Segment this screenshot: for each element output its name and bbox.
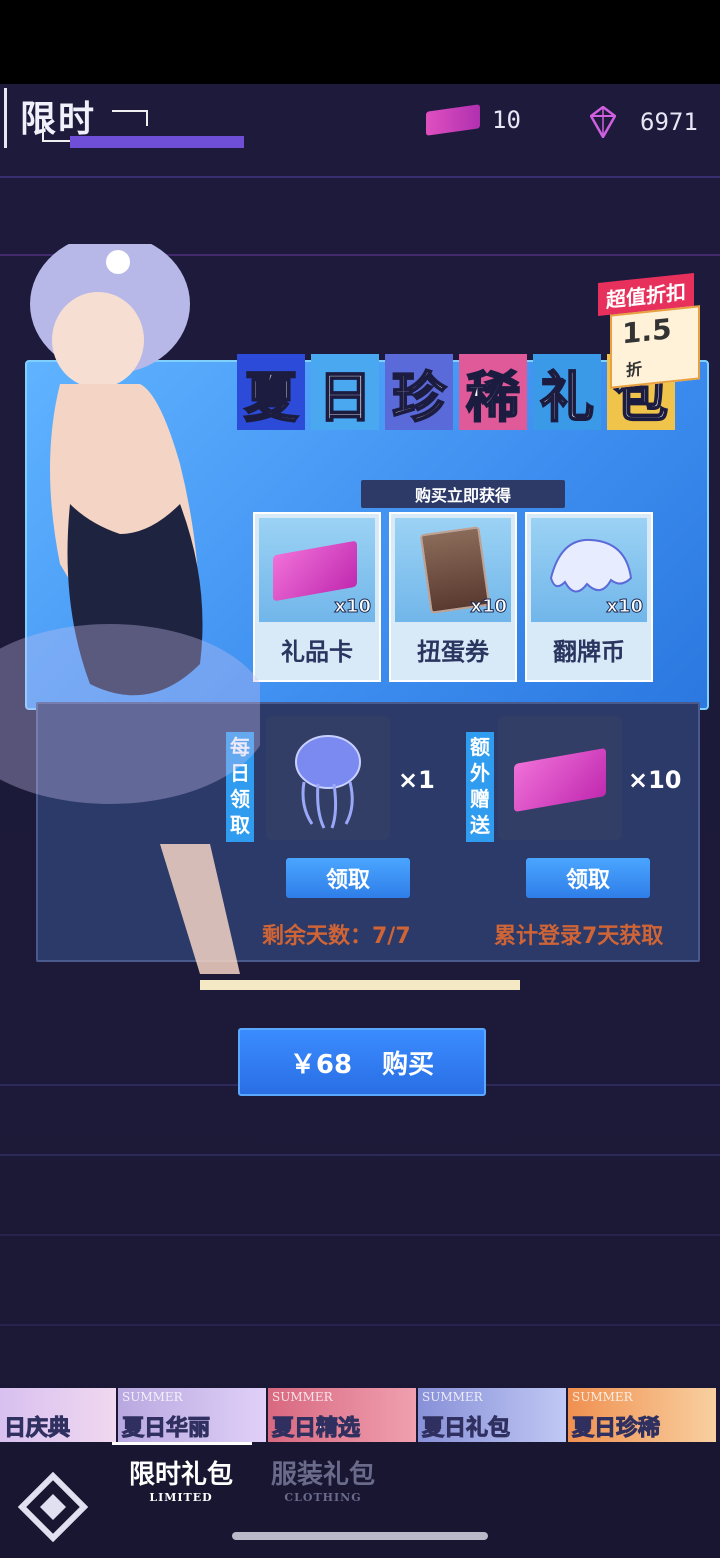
banner-en-label: SUMMER: [272, 1390, 333, 1404]
banner-summer-gorgeous[interactable]: SUMMER 夏日华丽: [118, 1388, 266, 1442]
bonus-reward-quantity: ×10: [628, 766, 682, 794]
back-logo-icon[interactable]: [18, 1472, 88, 1542]
character-illustration: [0, 244, 260, 974]
discount-badge: 超值折扣 1.5折: [588, 272, 700, 389]
banner-en-label: SUMMER: [122, 1390, 183, 1404]
package-banner-strip: 日庆典 SUMMER 夏日华丽 SUMMER 夏日精选 SUMMER 夏日礼包 …: [0, 1388, 720, 1442]
banner-label: 夏日珍稀: [571, 1416, 661, 1442]
purchase-label: 购买: [382, 1049, 435, 1080]
item-quantity: x10: [606, 596, 644, 618]
item-quantity: x10: [470, 596, 508, 618]
gift-card-count: 10: [492, 106, 521, 134]
bonus-reward-slot: [498, 716, 622, 840]
title-underline: [70, 136, 244, 148]
scanline: [0, 1154, 720, 1156]
home-indicator[interactable]: [232, 1532, 488, 1540]
gift-card-icon: [514, 747, 606, 813]
package-subtitle: 购买立即获得: [361, 480, 565, 508]
tab-en-label: CLOTHING: [284, 1491, 362, 1504]
banner-label: 日庆典: [3, 1416, 71, 1442]
purchase-button[interactable]: ￥68 购买: [238, 1028, 486, 1096]
scanline: [0, 1234, 720, 1236]
tab-label: 服装礼包: [270, 1460, 375, 1490]
currency-gift-card[interactable]: 10: [426, 104, 521, 136]
screen: 限时 10 6971 夏 日 珍 稀 礼 包 购买立即获得 x10 礼品卡 x1…: [0, 84, 720, 1558]
crystal-count: 6971: [640, 108, 698, 136]
title-bracket-decoration: [42, 120, 70, 142]
banner-summer-selection[interactable]: SUMMER 夏日精选: [268, 1388, 416, 1442]
currency-crystal[interactable]: 6971: [590, 106, 698, 138]
banner-label: 夏日华丽: [121, 1416, 211, 1442]
progress-bar: [200, 980, 520, 990]
banner-summer-rare[interactable]: SUMMER 夏日珍稀: [568, 1388, 716, 1442]
banner-en-label: SUMMER: [422, 1390, 483, 1404]
daily-remaining-days: 剩余天数：7/7: [262, 924, 411, 949]
tab-limited-pack[interactable]: 限时礼包 LIMITED: [116, 1454, 246, 1504]
purchase-price: ￥68: [289, 1049, 353, 1080]
tab-en-label: LIMITED: [149, 1491, 213, 1504]
daily-reward-quantity: ×1: [398, 766, 435, 794]
title-tile: 稀: [459, 354, 527, 430]
title-tile: 日: [311, 354, 379, 430]
package-item-gift-card[interactable]: x10 礼品卡: [253, 512, 381, 682]
scanline: [0, 1324, 720, 1326]
tab-clothing-pack[interactable]: 服装礼包 CLOTHING: [258, 1454, 388, 1504]
jellyfish-icon: [295, 735, 361, 829]
item-label: 扭蛋券: [417, 638, 489, 666]
daily-reward-slot: [266, 716, 390, 840]
bonus-login-note: 累计登录7天获取: [494, 924, 664, 949]
bottom-nav: 限时礼包 LIMITED 服装礼包 CLOTHING: [0, 1442, 720, 1558]
banner-en-label: SUMMER: [572, 1390, 633, 1404]
gift-card-icon: [273, 540, 357, 602]
banner-summer-festival[interactable]: 日庆典: [0, 1388, 116, 1442]
item-label: 礼品卡: [281, 638, 353, 666]
bonus-tag: 额外赠送: [466, 732, 494, 842]
item-quantity: x10: [334, 596, 372, 618]
discount-value: 1.5折: [610, 305, 700, 389]
gift-card-icon: [426, 104, 480, 136]
item-label: 翻牌币: [553, 638, 625, 666]
banner-summer-pack[interactable]: SUMMER 夏日礼包: [418, 1388, 566, 1442]
title-tile: 珍: [385, 354, 453, 430]
title-bracket-decoration: [112, 110, 148, 126]
package-item-gacha-ticket[interactable]: x10 扭蛋券: [389, 512, 517, 682]
banner-label: 夏日精选: [271, 1416, 361, 1442]
crystal-icon: [590, 106, 616, 138]
bonus-claim-button[interactable]: 领取: [526, 858, 650, 898]
active-tab-indicator: [112, 1442, 252, 1445]
header-accent-bar: [4, 88, 7, 148]
tab-label: 限时礼包: [128, 1460, 233, 1490]
package-item-flip-coin[interactable]: x10 翻牌币: [525, 512, 653, 682]
daily-claim-button[interactable]: 领取: [286, 858, 410, 898]
banner-label: 夏日礼包: [421, 1416, 511, 1442]
scanline: [0, 176, 720, 178]
